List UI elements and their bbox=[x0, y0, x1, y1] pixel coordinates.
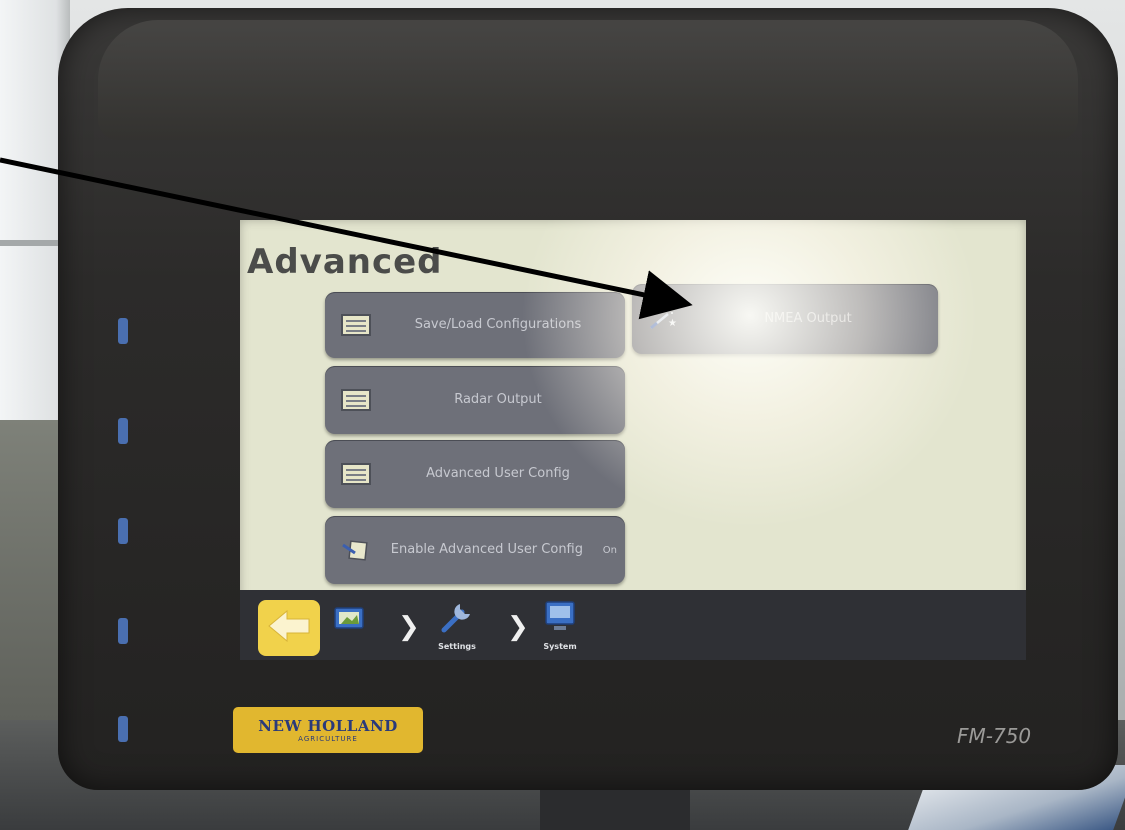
brand-name: NEW HOLLAND bbox=[258, 717, 398, 735]
button-label: Advanced User Config bbox=[426, 466, 570, 481]
nmea-output-button[interactable]: ★ NMEA Output bbox=[632, 284, 938, 354]
breadcrumb-settings[interactable]: Settings bbox=[438, 598, 476, 651]
breadcrumb-system[interactable]: System bbox=[542, 598, 578, 651]
touch-screen: Advanced Save/Load Configurations ★ NMEA… bbox=[240, 220, 1026, 660]
list-icon bbox=[341, 463, 371, 485]
button-label: Enable Advanced User Config bbox=[390, 542, 583, 557]
enable-advanced-user-config-toggle[interactable]: Enable Advanced User Config On bbox=[325, 516, 625, 584]
toggle-state: On bbox=[602, 544, 617, 556]
back-arrow-icon bbox=[267, 609, 311, 647]
brand-logo: NEW HOLLAND AGRICULTURE bbox=[233, 707, 423, 753]
side-button[interactable] bbox=[118, 318, 128, 344]
radar-output-button[interactable]: Radar Output bbox=[325, 366, 625, 434]
button-label: Save/Load Configurations bbox=[414, 317, 582, 332]
brand-subtitle: AGRICULTURE bbox=[298, 735, 358, 743]
chevron-right-icon: ❯ bbox=[398, 612, 420, 642]
home-display-icon bbox=[332, 604, 368, 638]
list-icon bbox=[341, 314, 371, 336]
edit-icon bbox=[341, 539, 371, 561]
side-button[interactable] bbox=[118, 418, 128, 444]
chevron-right-icon: ❯ bbox=[507, 612, 529, 642]
back-button[interactable] bbox=[258, 600, 320, 656]
page-title: Advanced bbox=[247, 242, 443, 282]
breadcrumb-label: Settings bbox=[438, 642, 476, 651]
button-label: NMEA Output bbox=[764, 311, 852, 326]
breadcrumb-home[interactable] bbox=[332, 604, 368, 638]
bezel-ridge bbox=[98, 20, 1078, 140]
model-label: FM-750 bbox=[957, 724, 1032, 748]
navigation-bar: ❯ Settings ❯ System bbox=[240, 590, 1026, 660]
side-button[interactable] bbox=[118, 716, 128, 742]
magic-wand-icon: ★ bbox=[648, 308, 678, 330]
photo-scene: Advanced Save/Load Configurations ★ NMEA… bbox=[0, 0, 1125, 830]
advanced-user-config-button[interactable]: Advanced User Config bbox=[325, 440, 625, 508]
wrench-icon bbox=[438, 598, 476, 640]
breadcrumb-label: System bbox=[543, 642, 577, 651]
button-label: Radar Output bbox=[454, 392, 542, 407]
display-icon bbox=[542, 598, 578, 640]
svg-text:★: ★ bbox=[668, 318, 677, 329]
list-icon bbox=[341, 389, 371, 411]
side-button[interactable] bbox=[118, 518, 128, 544]
save-load-configurations-button[interactable]: Save/Load Configurations bbox=[325, 292, 625, 358]
side-button[interactable] bbox=[118, 618, 128, 644]
